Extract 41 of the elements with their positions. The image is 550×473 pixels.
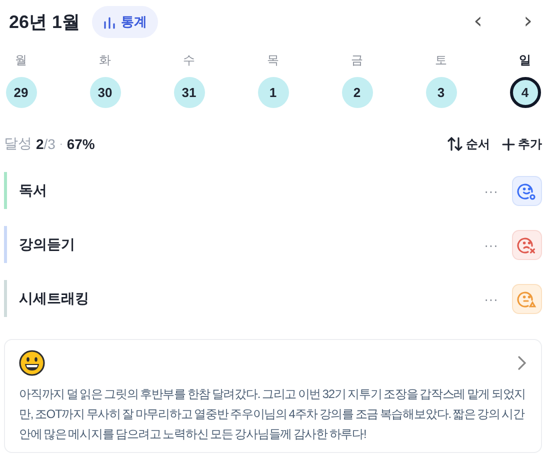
date-button[interactable]: 29 <box>6 77 36 108</box>
add-button[interactable]: 추가 <box>502 136 542 152</box>
date-button[interactable]: 31 <box>174 77 204 108</box>
plus-icon <box>502 138 515 150</box>
date-button[interactable]: 4 <box>510 77 540 108</box>
habit-row[interactable]: 독서 ··· <box>4 172 542 209</box>
habit-name: 독서 <box>19 182 48 200</box>
status-button[interactable] <box>512 230 542 260</box>
habit-name: 시세트래킹 <box>19 290 90 308</box>
habit-row[interactable]: 시세트래킹 ··· <box>4 280 542 317</box>
date-button[interactable]: 1 <box>258 77 288 108</box>
date-button[interactable]: 2 <box>342 77 372 108</box>
habit-row[interactable]: 강의듣기 ··· <box>4 226 542 263</box>
status-button[interactable] <box>512 284 542 314</box>
achievement-label: 달성 <box>4 135 32 153</box>
weekday-label: 일 <box>519 52 531 69</box>
bar-chart-icon <box>103 16 116 28</box>
journal-text: 아직까지 덜 읽은 그릿의 후반부를 한참 달려갔다. 그리고 이번 32기 지투기 조장을 갑작스레 맡게 되었지만, 조OT까지 무사히 잘 마무리하고 열중반 주우이님의 4주차 강의를 조금 복습해보았다. 짧은 강의 시간 안에 많은 메시지를 담으려고 노력하신 모든 강사님들께 감사한 하루다! <box>19 386 527 443</box>
weekday-label: 금 <box>351 52 363 69</box>
sort-button[interactable]: 순서 <box>447 136 490 152</box>
separator: · <box>59 138 63 150</box>
weekday-label: 화 <box>99 52 111 69</box>
weekday-label: 목 <box>267 52 279 69</box>
weekday-label: 토 <box>435 52 447 69</box>
total-count: /3 <box>44 136 56 152</box>
date-button[interactable]: 3 <box>426 77 456 108</box>
stats-button[interactable]: 통계 <box>92 6 158 38</box>
sort-icon <box>447 137 463 151</box>
weekday-label: 월 <box>15 52 27 69</box>
done-count: 2 <box>36 136 44 152</box>
month-title: 26년 1월 <box>9 11 80 34</box>
previous-button[interactable]: ‹ <box>464 8 492 36</box>
status-button[interactable] <box>512 176 542 206</box>
percent-text: 67% <box>66 136 95 152</box>
next-button[interactable]: › <box>514 8 542 36</box>
chevron-right-icon[interactable] <box>517 355 527 371</box>
weekday-label: 수 <box>183 52 195 69</box>
habit-name: 강의듣기 <box>19 236 76 254</box>
journal-card[interactable]: 아직까지 덜 읽은 그릿의 후반부를 한참 달려갔다. 그리고 이번 32기 지투기 조장을 갑작스레 맡게 되었지만, 조OT까지 무사히 잘 마무리하고 열중반 주우이님의 4주차 강의를 조금 복습해보았다. 짧은 강의 시간 안에 많은 메시지를 담으려고 노력하신 모든 강사님들께 감사한 하루다! <box>4 339 542 453</box>
grinning-face-icon <box>19 350 45 376</box>
date-button[interactable]: 30 <box>90 77 120 108</box>
